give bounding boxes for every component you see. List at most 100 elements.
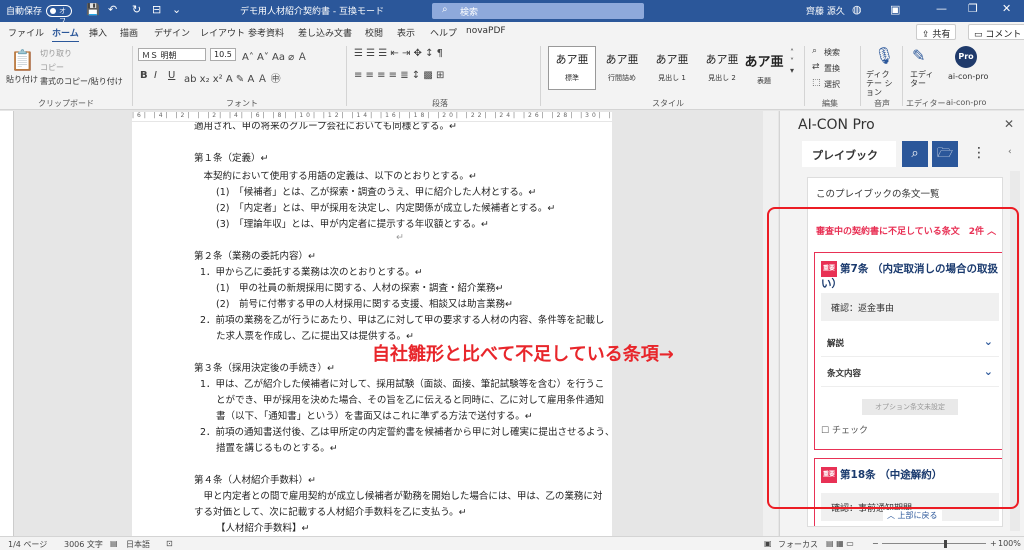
dictate-button[interactable]: ディクテー ション bbox=[866, 70, 896, 97]
underline-button[interactable]: U bbox=[168, 70, 175, 81]
tab-layout[interactable]: レイアウト bbox=[200, 26, 245, 39]
language-indicator[interactable]: 日本語 bbox=[126, 539, 150, 550]
search-input[interactable]: ⌕ 検索 bbox=[432, 3, 644, 19]
status-bar: 1/4 ページ 3006 文字 ▤ 日本語 ⊡ ▣ フォーカス ▤ ▦ ▭ − … bbox=[0, 536, 1024, 550]
align-icon[interactable]: ≡ ≡ ≡ ≡ ≣ ↕ ▩ ⊞ bbox=[354, 70, 444, 81]
tab-design[interactable]: デザイン bbox=[154, 26, 190, 39]
zoom-level[interactable]: 100% bbox=[998, 539, 1021, 548]
bold-button[interactable]: B bbox=[140, 70, 148, 81]
style-no-spacing[interactable]: あア亜 行間詰め bbox=[598, 46, 646, 90]
title-bar: 自動保存 オフ 💾 ↶ ↻ ⊟ ⌄ デモ用人材紹介契約書 - 互換モード ⌕ 検索… bbox=[0, 0, 1024, 25]
tab-view[interactable]: 表示 bbox=[397, 26, 415, 39]
ai-con-pro-icon[interactable]: Pro bbox=[955, 46, 977, 68]
style-preview: あア亜 bbox=[605, 53, 639, 66]
zoom-slider[interactable] bbox=[882, 543, 986, 544]
editor-group-label: エディター bbox=[906, 99, 946, 108]
font-effects-icon[interactable]: ab x₂ x² A ✎ A Ａ ㊥ bbox=[184, 70, 281, 85]
ribbon-display-icon[interactable]: ▣ bbox=[890, 3, 900, 16]
paragraph-group-label: 段落 bbox=[432, 99, 448, 108]
tab-file[interactable]: ファイル bbox=[8, 26, 44, 39]
document-line: 1．甲から乙に委託する業務は次のとおりとする。↵ bbox=[200, 267, 423, 278]
ai-con-pro-button[interactable]: ai-con-pro bbox=[948, 72, 988, 81]
zoom-out-icon[interactable]: − bbox=[872, 539, 879, 548]
back-to-top-link[interactable]: ︿ 上部に戻る bbox=[883, 510, 942, 521]
tab-draw[interactable]: 描画 bbox=[120, 26, 138, 39]
more-options-icon[interactable]: ⋮ bbox=[972, 145, 986, 161]
document-line: (2) 前号に付帯する甲の人材採用に関する支援、相談又は助言業務↵ bbox=[216, 299, 513, 310]
undo-icon[interactable]: ↶ bbox=[108, 3, 117, 16]
word-count[interactable]: 3006 文字 bbox=[64, 539, 103, 550]
search-icon: ⌕ bbox=[442, 4, 448, 15]
style-normal[interactable]: あア亜 標準 bbox=[548, 46, 596, 90]
font-name-select[interactable]: ＭＳ 明朝 bbox=[138, 48, 206, 61]
restore-button[interactable]: ❐ bbox=[968, 2, 978, 15]
paste-icon[interactable]: 📋 bbox=[10, 48, 35, 72]
avatar[interactable]: ◍ bbox=[852, 3, 862, 16]
customize-icon[interactable]: ⊟ bbox=[152, 3, 161, 16]
style-heading-2[interactable]: あア亜 見出し 2 bbox=[698, 46, 746, 90]
tab-insert[interactable]: 挿入 bbox=[89, 26, 107, 39]
tab-mailings[interactable]: 差し込み文書 bbox=[298, 26, 352, 39]
grow-font-icon[interactable]: A˄ A˅ Aa ⌀ Ａ bbox=[242, 48, 307, 63]
pane-title: AI-CON Pro bbox=[798, 117, 875, 133]
list-icon[interactable]: ☰ ☰ ☰ ⇤ ⇥ ✥ ↕ ¶ bbox=[354, 48, 443, 59]
minimize-button[interactable]: — bbox=[936, 2, 947, 15]
search-icon[interactable]: ⌕ bbox=[902, 141, 928, 167]
comment-icon: ▭ bbox=[974, 30, 986, 40]
accessibility-icon[interactable]: ⊡ bbox=[166, 539, 173, 548]
save-icon[interactable]: 💾 bbox=[86, 3, 100, 16]
clause-list-link[interactable]: このプレイブックの条文一覧 bbox=[816, 186, 940, 200]
pane-tabs: プレイブック ⌕ 🗁 ⋮ bbox=[802, 141, 1006, 167]
document-line: とができ、甲が採用を決めた場合、その旨を乙に伝えると同時に、乙に対して雇用条件通… bbox=[216, 395, 604, 406]
customize-qat-icon[interactable]: ⌄ bbox=[172, 3, 181, 16]
proofing-icon[interactable]: ▤ bbox=[110, 539, 118, 548]
document-line: ↵ bbox=[396, 232, 404, 243]
document-line: 第３条（採用決定後の手続き）↵ bbox=[194, 363, 335, 374]
document-page[interactable]: 適用され、甲の将来のグループ会社においても同様とする。↵ 第１条（定義）↵ 本契… bbox=[132, 122, 612, 536]
find-button[interactable]: 検索 bbox=[824, 47, 840, 58]
tab-playbook[interactable]: プレイブック bbox=[802, 141, 896, 167]
folder-icon[interactable]: 🗁 bbox=[932, 141, 958, 167]
editor-icon[interactable]: ✎ bbox=[912, 46, 925, 65]
style-preview: あア亜 bbox=[655, 53, 689, 66]
collapse-arrow-icon[interactable]: ‹ bbox=[1008, 147, 1012, 157]
style-preview: あア亜 bbox=[705, 53, 739, 66]
document-line: 2．前項の業務を乙が行うにあたり、甲は乙に対して甲の要求する人材の内容、条件等を… bbox=[200, 315, 605, 326]
zoom-in-icon[interactable]: + bbox=[990, 539, 997, 548]
page-count[interactable]: 1/4 ページ bbox=[8, 539, 47, 550]
style-heading-1[interactable]: あア亜 見出し 1 bbox=[648, 46, 696, 90]
copy-button[interactable]: コピー bbox=[40, 62, 64, 73]
tab-references[interactable]: 参考資料 bbox=[248, 26, 284, 39]
document-line: (1) 甲の社員の新規採用に関する、人材の探索・調査・紹介業務↵ bbox=[216, 283, 504, 294]
pane-close-button[interactable]: ✕ bbox=[1004, 117, 1014, 131]
document-line: 第１条（定義）↵ bbox=[194, 153, 269, 164]
autosave-toggle[interactable]: オフ bbox=[46, 5, 72, 25]
font-size-select[interactable]: 10.5 bbox=[210, 48, 236, 61]
share-button[interactable]: ⇪ 共有 bbox=[916, 24, 957, 40]
focus-mode-icon[interactable]: ▣ bbox=[764, 539, 772, 548]
style-label: 行間詰め bbox=[608, 74, 636, 82]
user-name[interactable]: 齊藤 源久 bbox=[806, 4, 845, 17]
redo-icon[interactable]: ↻ bbox=[132, 3, 141, 16]
tab-novapdf[interactable]: novaPDF bbox=[466, 26, 506, 36]
styles-group-label: スタイル bbox=[652, 99, 684, 108]
tab-help[interactable]: ヘルプ bbox=[430, 26, 457, 39]
close-button[interactable]: ✕ bbox=[1002, 2, 1011, 15]
style-gallery-more-icon[interactable]: ˄ ˅ ▾ bbox=[790, 48, 794, 75]
tab-home[interactable]: ホーム bbox=[52, 26, 79, 43]
style-title[interactable]: あア亜 表題 bbox=[740, 46, 788, 90]
paste-button[interactable]: 貼り付け bbox=[6, 74, 38, 85]
format-painter-button[interactable]: 書式のコピー/貼り付け bbox=[40, 76, 123, 87]
microphone-icon[interactable]: 🎙 bbox=[874, 46, 894, 65]
tab-review[interactable]: 校閲 bbox=[365, 26, 383, 39]
select-button[interactable]: 選択 bbox=[824, 79, 840, 90]
italic-button[interactable]: I bbox=[154, 70, 157, 81]
focus-mode-button[interactable]: フォーカス bbox=[778, 539, 818, 550]
editor-button[interactable]: エディ ター bbox=[910, 70, 936, 88]
divider bbox=[804, 46, 805, 106]
view-icons[interactable]: ▤ ▦ ▭ bbox=[826, 539, 854, 548]
cut-button[interactable]: 切り取り bbox=[40, 48, 72, 59]
comment-button[interactable]: ▭ コメント bbox=[968, 24, 1024, 40]
replace-button[interactable]: 置換 bbox=[824, 63, 840, 74]
zoom-slider-handle[interactable] bbox=[944, 540, 947, 548]
